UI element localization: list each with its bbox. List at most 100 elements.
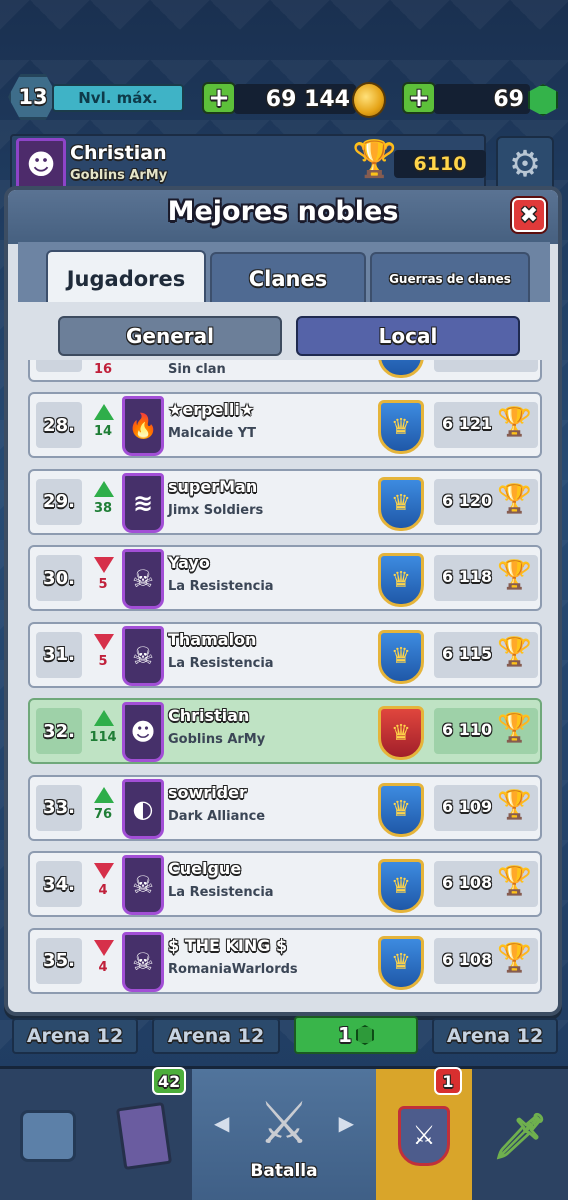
trophy-box: 6 108 🏆 bbox=[434, 861, 538, 907]
arrow-down-icon bbox=[94, 633, 114, 650]
player-name: Yayo bbox=[168, 553, 210, 572]
subtabs-bar: General Local bbox=[18, 302, 550, 358]
list-item[interactable]: 32. 114 ☻ Christian Goblins ArMy ♛ 6 110… bbox=[28, 698, 542, 764]
tab-jugadores[interactable]: Jugadores bbox=[46, 250, 206, 306]
trophy-box: 6 109 🏆 bbox=[434, 784, 538, 831]
trophy-count: 6 108 bbox=[442, 873, 493, 892]
arena-crown-icon: ♛ bbox=[378, 400, 424, 454]
gem-icon bbox=[355, 1025, 374, 1045]
rank-change: 14 bbox=[93, 424, 113, 439]
list-item[interactable]: 30. 5 ☠ Yayo La Resistencia ♛ 6 118 🏆 bbox=[28, 545, 542, 611]
trophy-box bbox=[434, 360, 538, 372]
player-name: Christian bbox=[168, 706, 250, 725]
rank-change: 5 bbox=[98, 577, 108, 592]
list-item-partial[interactable]: 16 Sin clan bbox=[28, 360, 542, 382]
nav-battle[interactable]: ◀ ⚔ ▶ Batalla bbox=[192, 1069, 376, 1200]
profile-name: Christian bbox=[70, 142, 167, 164]
rank-change: 76 bbox=[93, 806, 113, 822]
local-button[interactable]: Local bbox=[296, 316, 520, 356]
tab-guerras-de-clanes[interactable]: Guerras de clanes bbox=[370, 252, 530, 304]
player-list[interactable]: 16 Sin clan 28. 14 🔥 ★erpelli★ Malcaide … bbox=[20, 360, 550, 1010]
add-gems-button[interactable]: + bbox=[402, 82, 436, 114]
arena-crown-icon: ♛ bbox=[378, 476, 424, 531]
battle-label: Batalla bbox=[250, 1161, 318, 1181]
arrow-up-icon bbox=[94, 480, 114, 497]
clan-shield-icon: ⚔ bbox=[398, 1106, 450, 1166]
chevrons-icon: ≋ bbox=[122, 472, 164, 533]
rank-number: 30. bbox=[36, 555, 82, 601]
trophy-icon: 🏆 bbox=[497, 787, 532, 821]
list-item[interactable]: 28. 14 🔥 ★erpelli★ Malcaide YT ♛ 6 121 🏆 bbox=[28, 392, 542, 458]
clan-badge: 1 bbox=[434, 1067, 462, 1095]
rank-number: 28. bbox=[36, 402, 82, 448]
trophy-icon: 🏆 bbox=[497, 711, 532, 744]
rank-number: 32. bbox=[36, 708, 82, 754]
rank-change: 38 bbox=[93, 500, 113, 516]
trophy-count: 6 115 bbox=[442, 643, 493, 663]
player-clan: La Resistencia bbox=[168, 579, 274, 594]
arrow-up-icon bbox=[94, 710, 114, 726]
rank-number: 33. bbox=[36, 784, 82, 831]
tab-clanes[interactable]: Clanes bbox=[210, 252, 366, 304]
arena-shield-icon bbox=[378, 360, 424, 378]
arena-crown-icon: ♛ bbox=[378, 859, 424, 913]
trophy-box: 6 110 🏆 bbox=[434, 708, 538, 754]
trophy-box: 6 120 🏆 bbox=[434, 478, 538, 525]
trophy-count: 6 108 bbox=[442, 949, 493, 969]
list-item[interactable]: 35. 4 ☠ $ THE KING $ RomaniaWarlords ♛ 6… bbox=[28, 927, 542, 994]
player-clan: Dark Alliance bbox=[168, 808, 266, 824]
level-label: Nvl. máx. bbox=[52, 84, 184, 112]
rank-change: 4 bbox=[98, 883, 108, 898]
player-name: sowrider bbox=[168, 782, 247, 802]
trophy-box: 6 115 🏆 bbox=[434, 631, 538, 678]
list-item[interactable]: 33. 76 ◐ sowrider Dark Alliance ♛ 6 109 … bbox=[28, 774, 542, 841]
list-item[interactable]: 34. 4 ☠ Cuelgue La Resistencia ♛ 6 108 🏆 bbox=[28, 851, 542, 917]
arena-label-3: Arena 12 bbox=[432, 1018, 558, 1054]
leaderboard-panel: Mejores nobles ✖ Jugadores Clanes Guerra… bbox=[4, 186, 562, 1016]
settings-gear-icon[interactable]: ⚙ bbox=[496, 136, 554, 192]
close-button[interactable]: ✖ bbox=[512, 198, 546, 232]
rank-number: 35. bbox=[36, 937, 82, 984]
arena-crown-icon: ♛ bbox=[378, 629, 424, 684]
nav-cards[interactable]: 42 bbox=[96, 1067, 192, 1200]
rank-change: 4 bbox=[98, 959, 108, 975]
profile-bar[interactable]: ☻ Christian Goblins ArMy 🏆 6110 bbox=[10, 134, 486, 190]
arrow-up-icon bbox=[94, 404, 114, 420]
trophy-box: 6 108 🏆 bbox=[434, 937, 538, 984]
player-clan: Malcaide YT bbox=[168, 426, 257, 441]
add-gold-button[interactable]: + bbox=[202, 82, 236, 114]
player-name: ★erpelli★ bbox=[168, 400, 255, 419]
trophy-icon: 🏆 bbox=[497, 864, 532, 897]
trophy-icon: 🏆 bbox=[497, 405, 532, 438]
general-button[interactable]: General bbox=[58, 316, 282, 356]
nav-tournaments[interactable]: 🗡 bbox=[472, 1069, 568, 1200]
nav-clan[interactable]: ⚔ 1 bbox=[376, 1067, 472, 1200]
player-name: Thamalon bbox=[168, 629, 257, 649]
goblin-icon: ☻ bbox=[16, 138, 66, 190]
bottom-nav: 42 ◀ ⚔ ▶ Batalla ⚔ 1 🗡 bbox=[0, 1066, 568, 1200]
trophy-count: 6 109 bbox=[442, 796, 493, 816]
arrow-down-icon bbox=[94, 557, 114, 573]
profile-trophies: 6110 bbox=[394, 150, 486, 178]
gem-cost-button[interactable]: 1 bbox=[294, 1016, 418, 1054]
list-item[interactable]: 31. 5 ☠ Thamalon La Resistencia ♛ 6 115 … bbox=[28, 621, 542, 688]
trophy-icon: 🏆 bbox=[352, 139, 397, 180]
trophy-count: 6 121 bbox=[442, 414, 493, 433]
cards-icon bbox=[115, 1101, 173, 1171]
skull-icon: ☠ bbox=[122, 549, 164, 609]
trophy-icon: 🏆 bbox=[497, 558, 532, 591]
right-arrow-icon: ▶ bbox=[338, 1111, 354, 1135]
player-clan: Jimx Soldiers bbox=[168, 502, 264, 518]
skull-icon: ☠ bbox=[122, 625, 164, 686]
player-clan: Goblins ArMy bbox=[168, 732, 266, 747]
rank-change: 114 bbox=[89, 730, 117, 745]
left-arrow-icon: ◀ bbox=[214, 1111, 230, 1135]
rank-box bbox=[36, 360, 82, 372]
nav-shop[interactable] bbox=[0, 1069, 96, 1200]
gold-coin-icon bbox=[352, 82, 386, 118]
arena-crown-icon: ♛ bbox=[378, 935, 424, 990]
trophy-count: 6 120 bbox=[442, 490, 493, 510]
list-item[interactable]: 29. 38 ≋ superMan Jimx Soldiers ♛ 6 120 … bbox=[28, 468, 542, 535]
player-clan: RomaniaWarlords bbox=[168, 961, 298, 977]
trophy-icon: 🏆 bbox=[497, 940, 532, 974]
